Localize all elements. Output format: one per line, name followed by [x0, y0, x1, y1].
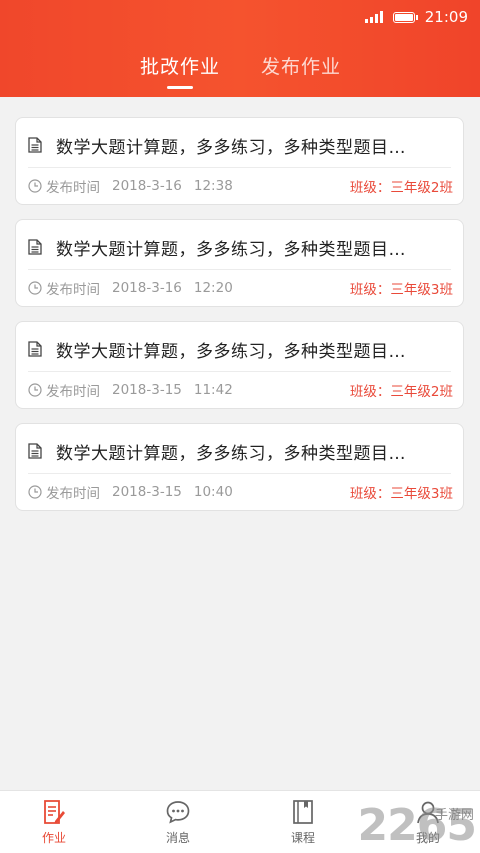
- document-icon: [28, 443, 42, 459]
- card-meta-row: 发布时间 2018-3-16 12:20 班级：三年级3班: [28, 278, 453, 298]
- homework-icon: [44, 800, 65, 824]
- document-icon: [28, 239, 42, 255]
- divider: [28, 473, 451, 474]
- header: 21:09 批改作业 发布作业: [0, 0, 480, 97]
- publish-time-label: 发布时间: [46, 282, 100, 298]
- publish-date: 2018-3-15: [112, 382, 182, 398]
- tab-indicator: [167, 86, 193, 89]
- card-title-row: 数学大题计算题，多多练习，多种类型题目…: [28, 438, 453, 464]
- class-info: 班级：三年级3班: [349, 486, 453, 502]
- publish-time: 12:20: [193, 280, 233, 296]
- nav-homework[interactable]: 作业: [24, 799, 84, 846]
- publish-date: 2018-3-16: [112, 178, 182, 194]
- nav-courses[interactable]: 课程: [273, 799, 333, 846]
- assignment-list: 数学大题计算题，多多练习，多种类型题目… 发布时间 2018-3-16 12:3…: [15, 117, 464, 525]
- publish-time: 10:40: [193, 484, 233, 500]
- nav-homework-label: 作业: [41, 831, 66, 845]
- card-title-row: 数学大题计算题，多多练习，多种类型题目…: [28, 336, 453, 362]
- class-info: 班级：三年级2班: [349, 384, 453, 400]
- class-info: 班级：三年级3班: [349, 282, 453, 298]
- tab-grade-homework[interactable]: 批改作业: [140, 52, 220, 79]
- assignment-title: 数学大题计算题，多多练习，多种类型题目…: [56, 137, 406, 158]
- assignment-title: 数学大题计算题，多多练习，多种类型题目…: [56, 443, 406, 464]
- publish-date: 2018-3-15: [112, 484, 182, 500]
- clock-icon: [28, 179, 42, 193]
- divider: [28, 269, 451, 270]
- battery-icon: [392, 11, 418, 23]
- divider: [28, 371, 451, 372]
- nav-messages[interactable]: 消息: [148, 799, 208, 846]
- divider: [28, 167, 451, 168]
- document-icon: [28, 341, 42, 357]
- publish-time-label: 发布时间: [46, 384, 100, 400]
- clock-icon: [28, 485, 42, 499]
- tab-bar: 批改作业 发布作业: [0, 52, 480, 92]
- tab-publish-homework[interactable]: 发布作业: [261, 52, 341, 79]
- document-icon: [28, 137, 42, 153]
- publish-time-label: 发布时间: [46, 180, 100, 196]
- card-title-row: 数学大题计算题，多多练习，多种类型题目…: [28, 132, 453, 158]
- watermark-sub: 手游网: [434, 808, 474, 823]
- status-time: 21:09: [424, 8, 468, 26]
- status-bar: 21:09: [364, 6, 468, 28]
- publish-time: 12:38: [193, 178, 233, 194]
- course-icon: [293, 800, 313, 824]
- card-title-row: 数学大题计算题，多多练习，多种类型题目…: [28, 234, 453, 260]
- clock-icon: [28, 383, 42, 397]
- nav-messages-label: 消息: [165, 831, 190, 845]
- card-meta-row: 发布时间 2018-3-16 12:38 班级：三年级2班: [28, 176, 453, 196]
- nav-courses-label: 课程: [290, 831, 315, 845]
- assignment-card[interactable]: 数学大题计算题，多多练习，多种类型题目… 发布时间 2018-3-16 12:3…: [15, 117, 464, 205]
- assignment-card[interactable]: 数学大题计算题，多多练习，多种类型题目… 发布时间 2018-3-16 12:2…: [15, 219, 464, 307]
- publish-date: 2018-3-16: [112, 280, 182, 296]
- class-info: 班级：三年级2班: [349, 180, 453, 196]
- assignment-title: 数学大题计算题，多多练习，多种类型题目…: [56, 341, 406, 362]
- message-icon: [166, 801, 190, 824]
- publish-time: 11:42: [193, 382, 233, 398]
- card-meta-row: 发布时间 2018-3-15 11:42 班级：三年级2班: [28, 380, 453, 400]
- publish-time-label: 发布时间: [46, 486, 100, 502]
- signal-icon: [364, 11, 383, 23]
- card-meta-row: 发布时间 2018-3-15 10:40 班级：三年级3班: [28, 482, 453, 502]
- clock-icon: [28, 281, 42, 295]
- assignment-card[interactable]: 数学大题计算题，多多练习，多种类型题目… 发布时间 2018-3-15 11:4…: [15, 321, 464, 409]
- assignment-card[interactable]: 数学大题计算题，多多练习，多种类型题目… 发布时间 2018-3-15 10:4…: [15, 423, 464, 511]
- assignment-title: 数学大题计算题，多多练习，多种类型题目…: [56, 239, 406, 260]
